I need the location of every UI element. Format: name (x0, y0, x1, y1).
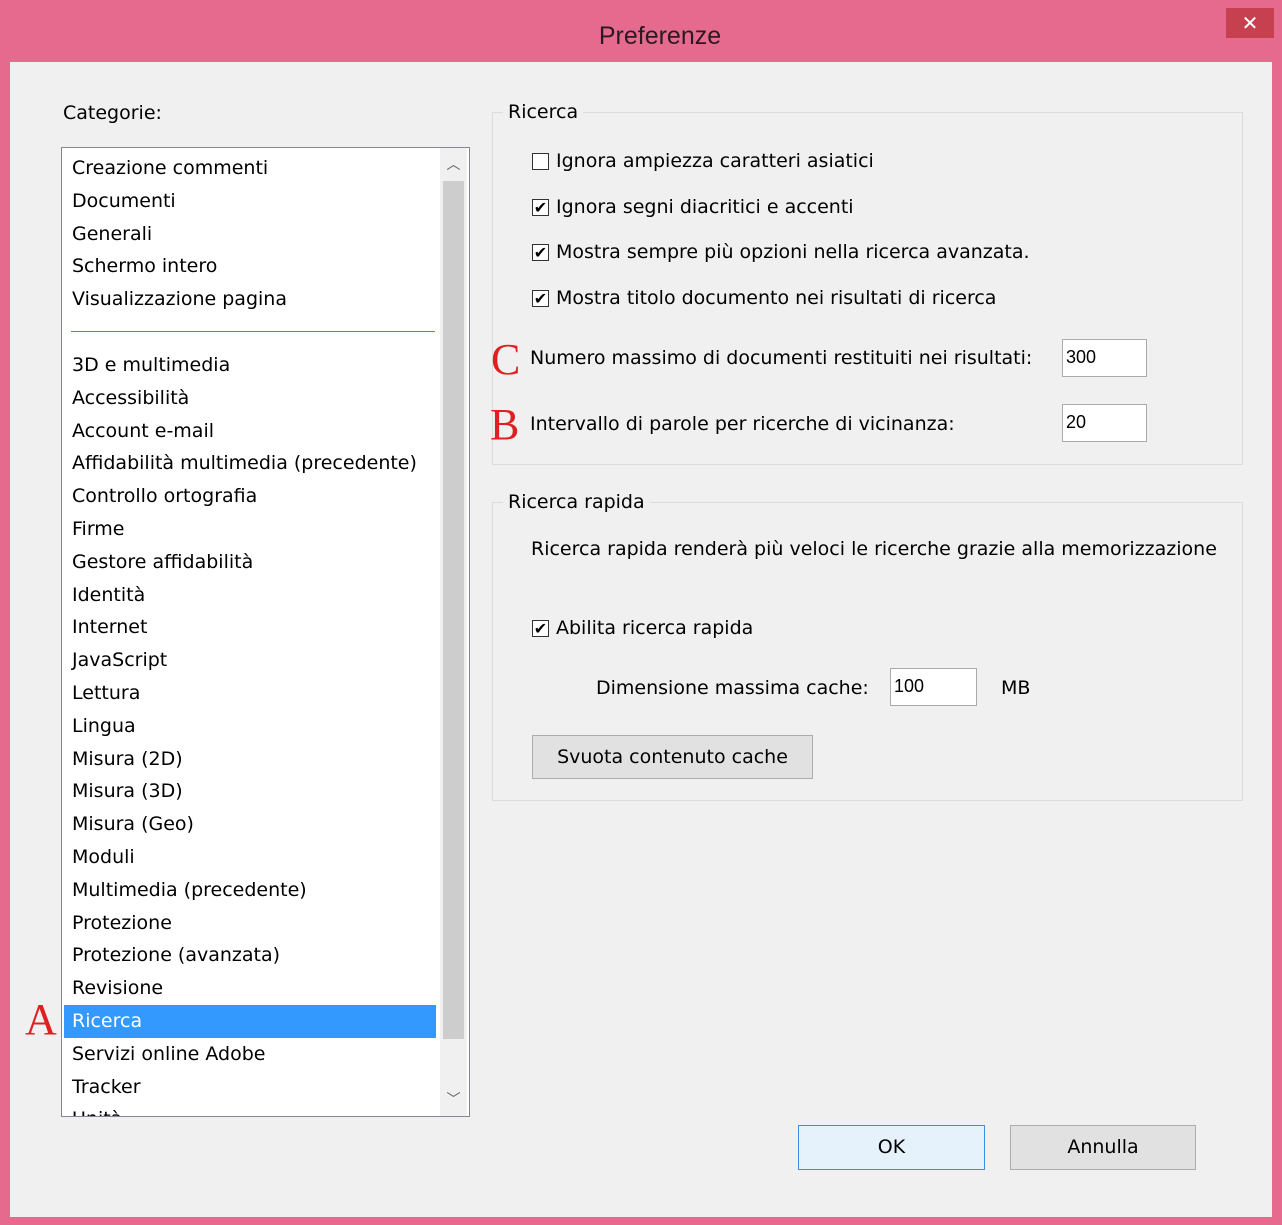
category-item[interactable]: Accessibilità (64, 382, 436, 415)
word-range-label: Intervallo di parole per ricerche di vic… (530, 413, 955, 435)
fast-search-group-title: Ricerca rapida (503, 491, 650, 513)
cache-unit-label: MB (1001, 677, 1031, 699)
ignore-diacritics-checkbox[interactable]: ✔ (532, 198, 549, 216)
category-item[interactable]: Misura (Geo) (64, 808, 436, 841)
category-item[interactable]: JavaScript (64, 644, 436, 677)
category-item[interactable]: Creazione commenti (64, 152, 436, 185)
category-item[interactable]: Schermo intero (64, 250, 436, 283)
word-range-input[interactable]: 20 (1062, 404, 1147, 442)
scroll-up-icon[interactable]: ︿ (440, 150, 467, 180)
ok-button[interactable]: OK (798, 1125, 985, 1170)
category-item[interactable]: Affidabilità multimedia (precedente) (64, 447, 436, 480)
ignore-asian-width-checkbox[interactable] (532, 152, 549, 170)
dialog-body: Categorie: Creazione commenti Documenti Ge… (10, 62, 1272, 1217)
preferences-window: Preferenze ✕ Categorie: Creazione commen… (0, 0, 1282, 1225)
list-separator (71, 331, 435, 332)
category-item[interactable]: Firme (64, 513, 436, 546)
category-item[interactable]: Unità (64, 1103, 436, 1116)
close-button[interactable]: ✕ (1226, 8, 1274, 38)
cache-size-input[interactable]: 100 (890, 668, 977, 706)
category-item[interactable]: Revisione (64, 972, 436, 1005)
category-item[interactable]: Multimedia (precedente) (64, 874, 436, 907)
ignore-diacritics-label: Ignora segni diacritici e accenti (556, 196, 854, 218)
enable-fast-search-label: Abilita ricerca rapida (556, 617, 754, 639)
categories-label: Categorie: (63, 102, 162, 124)
annotation-a: A (25, 995, 57, 1044)
show-doc-title-label: Mostra titolo documento nei risultati di… (556, 287, 997, 309)
category-item-selected[interactable]: Ricerca (64, 1005, 436, 1038)
category-item[interactable]: Documenti (64, 185, 436, 218)
show-more-options-label: Mostra sempre più opzioni nella ricerca … (556, 241, 1030, 263)
category-item[interactable]: Servizi online Adobe (64, 1038, 436, 1071)
cache-size-label: Dimensione massima cache: (596, 677, 869, 699)
category-item[interactable]: Visualizzazione pagina (64, 283, 436, 316)
ignore-asian-width-label: Ignora ampiezza caratteri asiatici (556, 150, 874, 172)
scroll-down-icon[interactable]: ﹀ (440, 1085, 467, 1115)
window-title: Preferenze (598, 22, 722, 50)
category-item[interactable]: Tracker (64, 1071, 436, 1104)
categories-listbox[interactable]: Creazione commenti Documenti Generali Scher… (61, 147, 470, 1117)
category-item[interactable]: Lettura (64, 677, 436, 710)
category-item[interactable]: Protezione (64, 907, 436, 940)
category-item[interactable]: Misura (3D) (64, 775, 436, 808)
close-icon: ✕ (1241, 11, 1259, 35)
clear-cache-button[interactable]: Svuota contenuto cache (532, 735, 813, 779)
max-docs-label: Numero massimo di documenti restituiti n… (530, 347, 1033, 369)
ignore-diacritics-option[interactable]: ✔ Ignora segni diacritici e accenti (532, 196, 854, 218)
category-item[interactable]: Protezione (avanzata) (64, 939, 436, 972)
cancel-button[interactable]: Annulla (1010, 1125, 1196, 1170)
annotation-c: C (491, 335, 521, 384)
show-doc-title-checkbox[interactable]: ✔ (532, 289, 549, 307)
category-item[interactable]: Generali (64, 218, 436, 251)
enable-fast-search-option[interactable]: ✔ Abilita ricerca rapida (532, 617, 753, 639)
category-item[interactable]: Gestore affidabilità (64, 546, 436, 579)
annotation-b: B (490, 400, 520, 449)
show-doc-title-option[interactable]: ✔ Mostra titolo documento nei risultati … (532, 287, 996, 309)
title-bar[interactable]: Preferenze ✕ (0, 0, 1282, 62)
category-item[interactable]: Moduli (64, 841, 436, 874)
max-docs-input[interactable]: 300 (1062, 339, 1147, 377)
category-item[interactable]: Controllo ortografia (64, 480, 436, 513)
category-item[interactable]: 3D e multimedia (64, 349, 436, 382)
category-item[interactable]: Identità (64, 579, 436, 612)
category-item[interactable]: Internet (64, 611, 436, 644)
category-item[interactable]: Misura (2D) (64, 743, 436, 776)
ignore-asian-width-option[interactable]: Ignora ampiezza caratteri asiatici (532, 150, 874, 172)
show-more-options-option[interactable]: ✔ Mostra sempre più opzioni nella ricerc… (532, 241, 1030, 263)
search-group-title: Ricerca (503, 101, 584, 123)
fast-search-description: Ricerca rapida renderà più veloci le ric… (531, 538, 1217, 560)
category-item[interactable]: Lingua (64, 710, 436, 743)
scrollbar-thumb[interactable] (443, 181, 464, 1039)
show-more-options-checkbox[interactable]: ✔ (532, 243, 549, 261)
category-item[interactable]: Account e-mail (64, 415, 436, 448)
enable-fast-search-checkbox[interactable]: ✔ (532, 619, 549, 637)
